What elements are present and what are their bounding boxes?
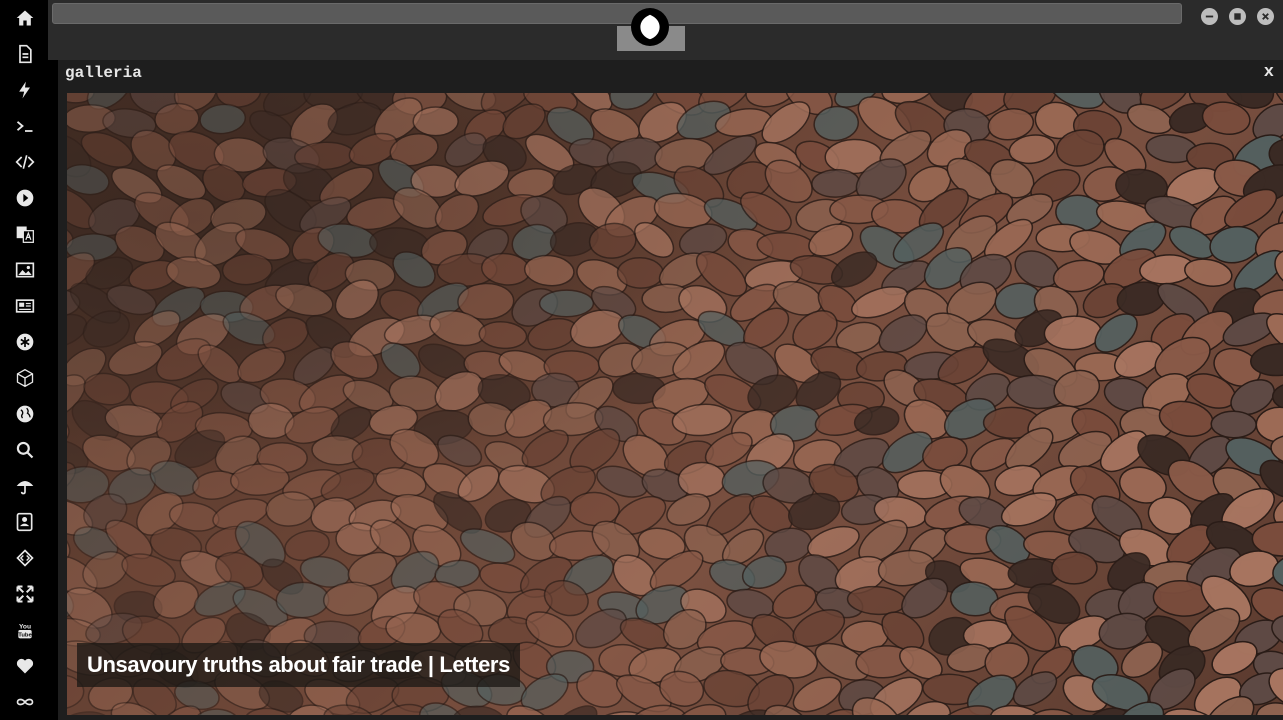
document-icon[interactable] <box>14 43 36 65</box>
gallery-title: galleria <box>65 64 142 82</box>
cocoa-bean <box>677 461 726 498</box>
gallery-window: galleria x Unsavoury truths about fair t… <box>58 60 1283 720</box>
rebel-alliance-icon[interactable] <box>631 8 669 46</box>
cocoa-bean <box>412 106 459 137</box>
cocoa-bean <box>451 705 507 715</box>
gallery-close-button[interactable]: x <box>1264 63 1274 82</box>
image-icon[interactable] <box>14 259 36 281</box>
expand-icon[interactable] <box>14 583 36 605</box>
umbrella-icon[interactable] <box>14 475 36 497</box>
search-icon[interactable] <box>14 439 36 461</box>
sidebar: You Tube <box>0 0 48 720</box>
image-caption: Unsavoury truths about fair trade | Lett… <box>77 643 520 687</box>
bolt-icon[interactable] <box>14 79 36 101</box>
gallery-header: galleria x <box>58 60 1283 91</box>
cocoa-bean <box>1051 551 1098 585</box>
heart-icon[interactable] <box>14 655 36 677</box>
address-bar[interactable] <box>52 3 1182 24</box>
cocoa-beans-photo <box>67 93 1283 715</box>
globe-icon[interactable] <box>14 403 36 425</box>
gallery-image[interactable]: Unsavoury truths about fair trade | Lett… <box>67 93 1283 715</box>
cocoa-bean <box>1271 382 1283 412</box>
translate-icon[interactable] <box>14 223 36 245</box>
minimize-button[interactable] <box>1201 8 1218 25</box>
svg-text:You: You <box>19 623 31 630</box>
cocoa-bean <box>1007 558 1061 589</box>
cocoa-bean <box>616 256 665 289</box>
close-window-button[interactable] <box>1257 8 1274 25</box>
infinity-icon[interactable] <box>14 691 36 713</box>
newspaper-icon[interactable] <box>14 295 36 317</box>
cocoa-bean <box>67 709 72 715</box>
cocoa-bean <box>569 491 620 527</box>
embed-icon[interactable] <box>14 547 36 569</box>
asterisk-icon[interactable] <box>14 331 36 353</box>
cocoa-bean <box>811 168 861 198</box>
contact-icon[interactable] <box>14 511 36 533</box>
maximize-button[interactable] <box>1229 8 1246 25</box>
terminal-icon[interactable] <box>14 115 36 137</box>
play-icon[interactable] <box>14 187 36 209</box>
code-icon[interactable] <box>14 151 36 173</box>
cocoa-bean <box>1210 410 1257 439</box>
svg-text:Tube: Tube <box>18 633 32 639</box>
cocoa-bean <box>538 289 595 318</box>
cube-icon[interactable] <box>14 367 36 389</box>
youtube-icon[interactable]: You Tube <box>14 619 36 641</box>
home-icon[interactable] <box>14 7 36 29</box>
